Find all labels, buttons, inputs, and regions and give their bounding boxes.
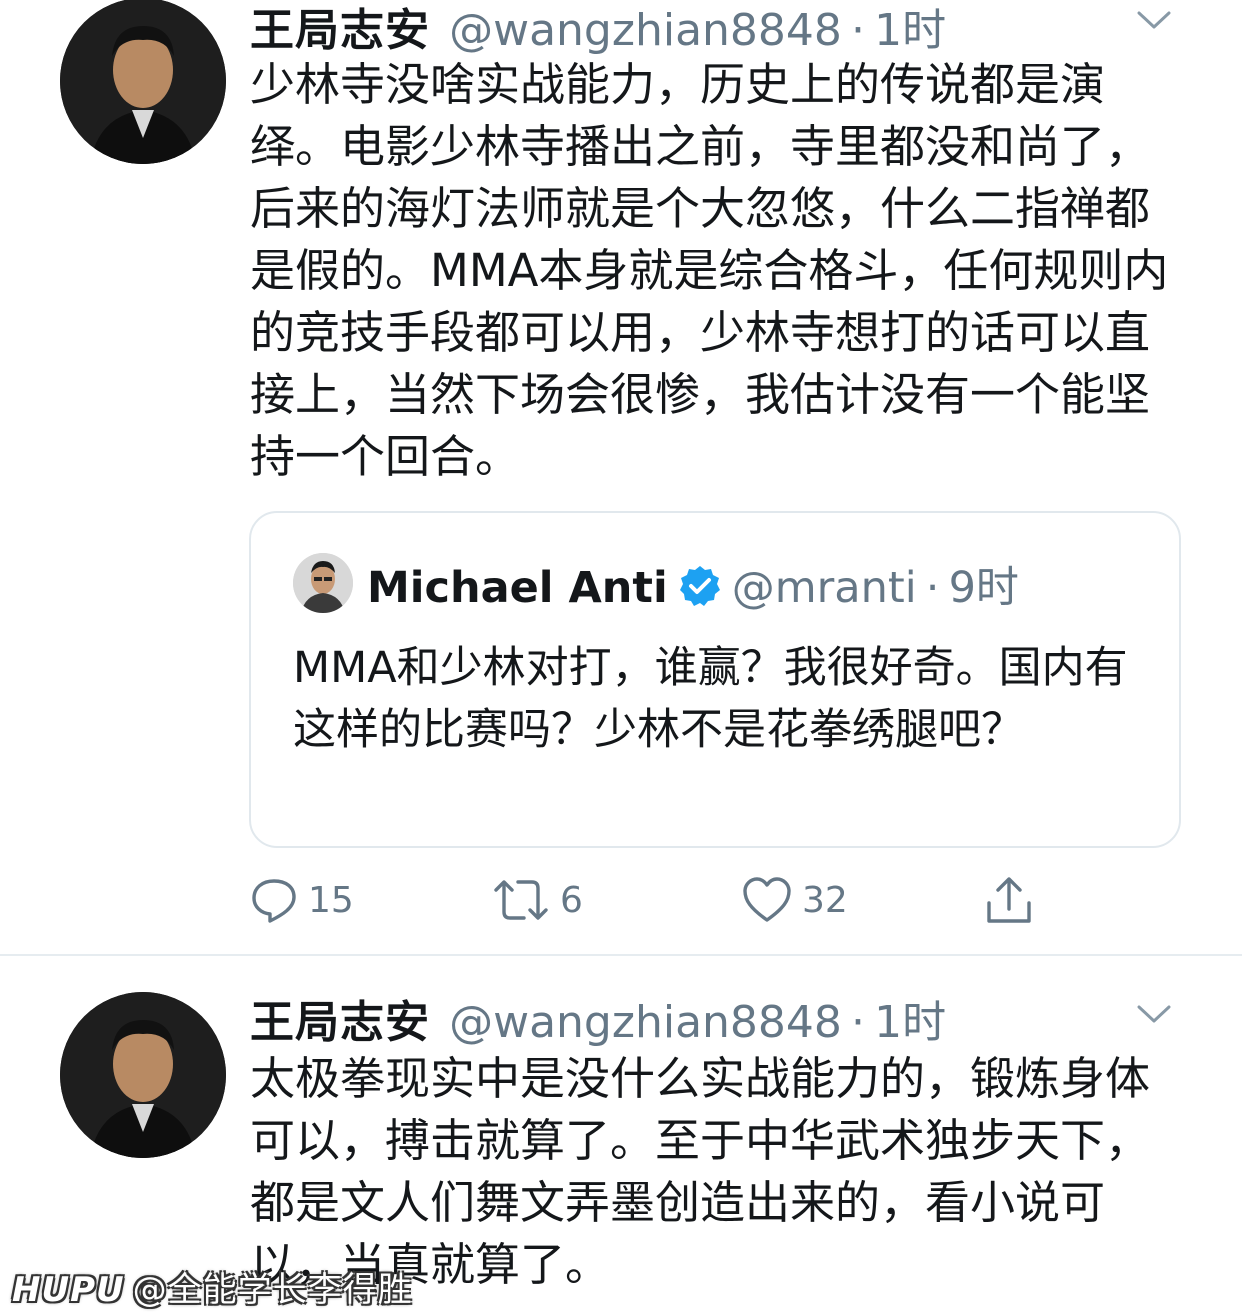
retweet-button[interactable]: 6	[492, 872, 583, 928]
tweet-text: 太极拳现实中是没什么实战能力的，锻炼身体可以，搏击就算了。至于中华武术独步天下，…	[250, 1052, 1151, 1291]
watermark-brand: HUPU	[12, 1270, 125, 1310]
quoted-tweet[interactable]: Michael Anti @mranti · 9时 MMA和少林对打，谁赢？我很…	[249, 511, 1181, 848]
separator: ·	[851, 5, 865, 56]
tweet-text: 少林寺没啥实战能力，历史上的传说都是演绎。电影少林寺播出之前，寺里都没和尚了，后…	[250, 58, 1169, 483]
avatar[interactable]	[60, 0, 226, 164]
like-count: 32	[802, 879, 848, 921]
retweet-icon	[494, 880, 548, 920]
quoted-header: Michael Anti @mranti · 9时	[367, 553, 1019, 613]
tweet[interactable]: 王局志安 @wangzhian8848 · 1时 少林寺没啥实战能力，历史上的传…	[0, 0, 1242, 955]
separator: ·	[851, 997, 865, 1048]
quoted-handle: @mranti	[731, 563, 917, 613]
like-icon	[743, 877, 791, 922]
reply-icon	[252, 879, 296, 923]
quoted-timestamp: 9时	[948, 563, 1019, 613]
quoted-avatar	[293, 553, 353, 613]
handle[interactable]: @wangzhian8848	[449, 997, 842, 1048]
reply-count: 15	[308, 879, 354, 921]
avatar-image	[60, 992, 226, 1158]
display-name[interactable]: 王局志安	[250, 5, 430, 56]
share-icon	[987, 877, 1031, 923]
tweet[interactable]: 王局志安 @wangzhian8848 · 1时 太极拳现实中是没什么实战能力的…	[0, 956, 1242, 1313]
timestamp[interactable]: 1时	[874, 5, 946, 56]
retweet-count: 6	[560, 879, 583, 921]
tweet-actions: 15 6 32	[250, 872, 1050, 932]
watermark: HUPU @全能学长李得胜	[12, 1262, 413, 1310]
quoted-text: MMA和少林对打，谁赢？我很好奇。国内有这样的比赛吗？少林不是花拳绣腿吧？	[293, 643, 1128, 755]
verified-badge-icon	[679, 566, 720, 606]
handle[interactable]: @wangzhian8848	[449, 5, 842, 56]
like-button[interactable]: 32	[742, 872, 848, 928]
timestamp[interactable]: 1时	[874, 997, 946, 1048]
separator: ·	[925, 563, 940, 613]
avatar-image	[60, 0, 226, 164]
watermark-user: @全能学长李得胜	[132, 1270, 413, 1310]
chevron-down-icon[interactable]	[1136, 1002, 1172, 1026]
avatar[interactable]	[60, 992, 226, 1158]
quoted-display-name: Michael Anti	[367, 563, 668, 613]
chevron-down-icon[interactable]	[1136, 8, 1172, 32]
tweet-header: 王局志安 @wangzhian8848 · 1时	[250, 0, 946, 56]
tweet-header: 王局志安 @wangzhian8848 · 1时	[250, 986, 946, 1048]
avatar-image	[293, 553, 353, 613]
display-name[interactable]: 王局志安	[250, 997, 430, 1048]
reply-button[interactable]: 15	[250, 872, 354, 928]
share-button[interactable]	[984, 872, 1034, 928]
timeline: 王局志安 @wangzhian8848 · 1时 少林寺没啥实战能力，历史上的传…	[0, 0, 1242, 1313]
